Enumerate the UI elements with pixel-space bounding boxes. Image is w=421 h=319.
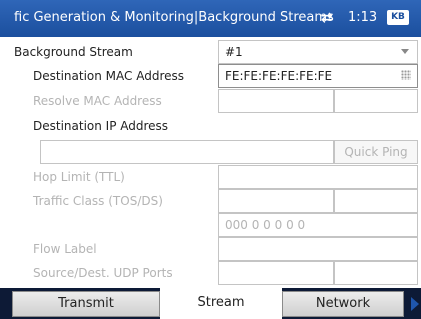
background-stream-value: #1 <box>225 45 243 59</box>
chevron-down-icon <box>401 49 409 54</box>
resolve-mac-button <box>334 89 418 113</box>
window-title: fic Generation & Monitoring|Background S… <box>14 10 334 25</box>
traffic-class-button <box>334 189 418 213</box>
background-stream-select[interactable]: #1 <box>218 40 418 64</box>
destination-mac-value: FE:FE:FE:FE:FE:FE <box>225 69 333 83</box>
destination-ip-field <box>40 140 334 164</box>
tab-stream[interactable]: Stream <box>160 288 282 319</box>
title-bar: fic Generation & Monitoring|Background S… <box>0 0 421 37</box>
tab-network[interactable]: Network <box>282 291 404 317</box>
resolve-mac-label: Resolve MAC Address <box>33 94 162 108</box>
resolve-mac-field <box>218 89 334 113</box>
flow-label-field <box>218 237 418 261</box>
clock: 1:13 <box>348 10 378 25</box>
screen: fic Generation & Monitoring|Background S… <box>0 0 421 319</box>
tab-scroll-right-icon[interactable] <box>411 297 419 311</box>
traffic-class-bits: 000 0 0 0 0 0 <box>225 218 306 232</box>
tab-bar: Transmit Stream Network <box>0 288 421 319</box>
traffic-class-field <box>218 189 334 213</box>
hop-limit-field <box>218 165 418 189</box>
traffic-class-bits-field: 000 0 0 0 0 0 <box>218 213 418 237</box>
destination-mac-field[interactable]: FE:FE:FE:FE:FE:FE <box>218 64 418 88</box>
flow-label-label: Flow Label <box>33 242 97 256</box>
keyboard-icon[interactable]: KB <box>387 10 409 25</box>
stream-settings-panel: Background Stream #1 Destination MAC Add… <box>0 37 421 288</box>
udp-ports-label: Source/Dest. UDP Ports <box>33 266 173 280</box>
udp-source-port-field <box>218 261 334 285</box>
destination-ip-label: Destination IP Address <box>33 119 169 133</box>
udp-dest-port-field <box>334 261 418 285</box>
hop-limit-label: Hop Limit (TTL) <box>33 170 125 184</box>
network-plug-icon: ⇄ <box>321 10 333 26</box>
destination-mac-label: Destination MAC Address <box>33 69 185 83</box>
traffic-class-label: Traffic Class (TOS/DS) <box>33 194 163 208</box>
keypad-icon[interactable] <box>401 70 411 80</box>
background-stream-label: Background Stream <box>14 45 133 59</box>
quick-ping-button: Quick Ping <box>334 140 418 164</box>
tab-transmit[interactable]: Transmit <box>12 291 160 317</box>
